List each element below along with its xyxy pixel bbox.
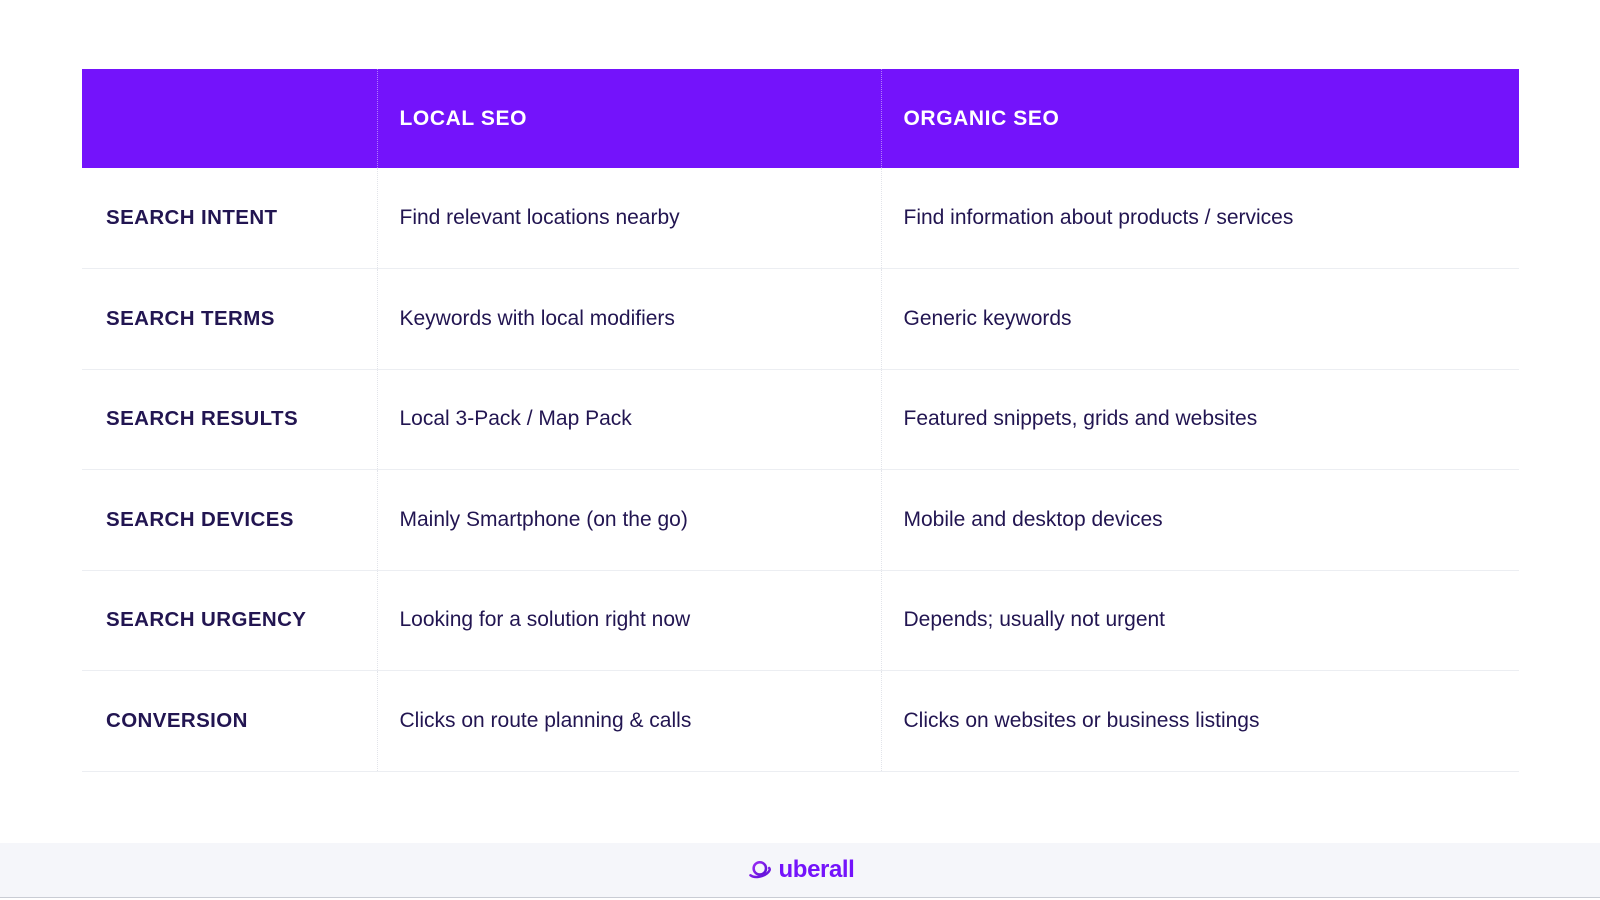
table-body: SEARCH INTENT Find relevant locations ne… bbox=[82, 168, 1519, 772]
cell-organic-search-devices: Mobile and desktop devices bbox=[880, 469, 1519, 571]
table-row: SEARCH DEVICES Mainly Smartphone (on the… bbox=[82, 469, 1519, 571]
cell-organic-search-terms: Generic keywords bbox=[880, 268, 1519, 370]
cell-local-search-devices: Mainly Smartphone (on the go) bbox=[376, 469, 881, 571]
cell-organic-search-intent: Find information about products / servic… bbox=[880, 168, 1519, 269]
seo-comparison-table: LOCAL SEO ORGANIC SEO SEARCH INTENT Find… bbox=[82, 69, 1519, 772]
cell-local-search-urgency: Looking for a solution right now bbox=[376, 570, 881, 671]
brand-logo: uberall bbox=[746, 857, 855, 883]
table-row: SEARCH INTENT Find relevant locations ne… bbox=[82, 168, 1519, 269]
header-cell-empty bbox=[82, 69, 377, 168]
cell-organic-search-results: Featured snippets, grids and websites bbox=[880, 369, 1519, 470]
cell-local-search-results: Local 3-Pack / Map Pack bbox=[376, 369, 881, 470]
table-header: LOCAL SEO ORGANIC SEO bbox=[82, 69, 1519, 168]
header-cell-organic-seo: ORGANIC SEO bbox=[880, 69, 1519, 168]
seo-comparison-table-container: LOCAL SEO ORGANIC SEO SEARCH INTENT Find… bbox=[82, 69, 1519, 772]
brand-name: uberall bbox=[778, 856, 855, 883]
row-label-search-results: SEARCH RESULTS bbox=[82, 369, 377, 470]
row-label-search-terms: SEARCH TERMS bbox=[82, 268, 377, 370]
row-label-conversion: CONVERSION bbox=[82, 670, 377, 772]
table-row: SEARCH URGENCY Looking for a solution ri… bbox=[82, 570, 1519, 671]
table-row: SEARCH TERMS Keywords with local modifie… bbox=[82, 268, 1519, 370]
cell-organic-conversion: Clicks on websites or business listings bbox=[880, 670, 1519, 772]
table-header-row: LOCAL SEO ORGANIC SEO bbox=[82, 69, 1519, 168]
row-label-search-urgency: SEARCH URGENCY bbox=[82, 570, 377, 671]
table-row: SEARCH RESULTS Local 3-Pack / Map Pack F… bbox=[82, 369, 1519, 470]
cell-local-search-intent: Find relevant locations nearby bbox=[376, 168, 881, 269]
footer-band: uberall bbox=[0, 843, 1600, 898]
cell-local-search-terms: Keywords with local modifiers bbox=[376, 268, 881, 370]
cell-organic-search-urgency: Depends; usually not urgent bbox=[880, 570, 1519, 671]
cell-local-conversion: Clicks on route planning & calls bbox=[376, 670, 881, 772]
row-label-search-devices: SEARCH DEVICES bbox=[82, 469, 377, 571]
header-cell-local-seo: LOCAL SEO bbox=[376, 69, 881, 168]
table-row: CONVERSION Clicks on route planning & ca… bbox=[82, 670, 1519, 772]
row-label-search-intent: SEARCH INTENT bbox=[82, 168, 377, 269]
saturn-planet-icon bbox=[746, 857, 772, 883]
